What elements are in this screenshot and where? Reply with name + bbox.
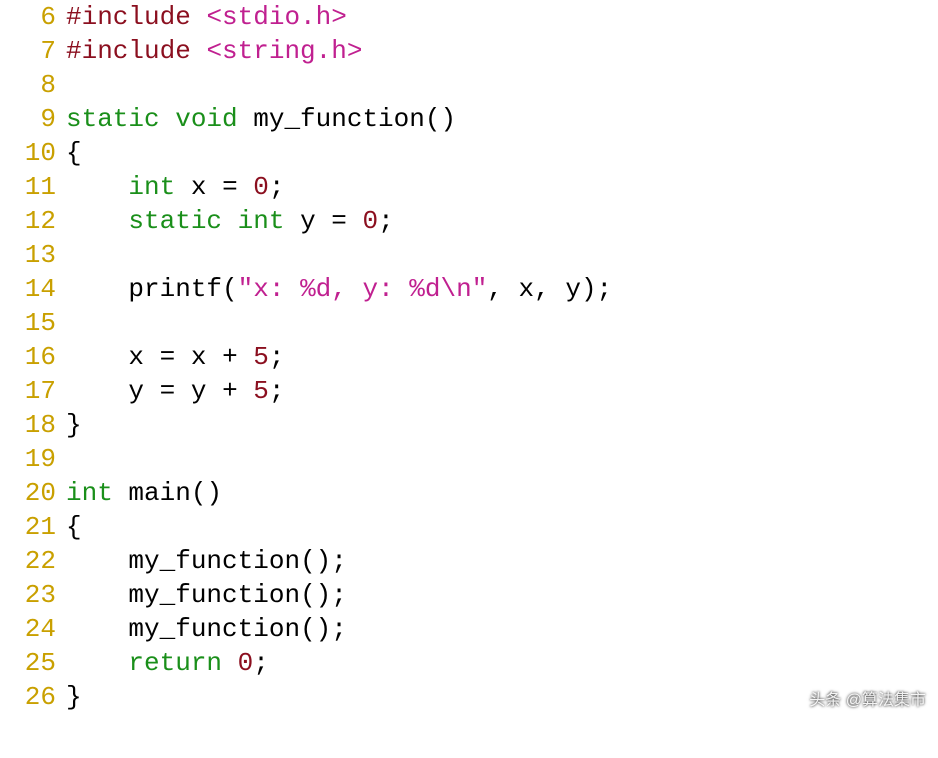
- line-number: 9: [0, 102, 66, 136]
- line-number: 6: [0, 0, 66, 34]
- line-number: 20: [0, 476, 66, 510]
- code-content: #include <stdio.h>: [66, 0, 938, 34]
- code-line: 10{: [0, 136, 938, 170]
- code-line: 20int main(): [0, 476, 938, 510]
- code-line: 6#include <stdio.h>: [0, 0, 938, 34]
- code-line: 21{: [0, 510, 938, 544]
- code-line: 17 y = y + 5;: [0, 374, 938, 408]
- code-content: static void my_function(): [66, 102, 938, 136]
- code-line: 14 printf("x: %d, y: %d\n", x, y);: [0, 272, 938, 306]
- code-line: 15: [0, 306, 938, 340]
- line-number: 21: [0, 510, 66, 544]
- code-content: y = y + 5;: [66, 374, 938, 408]
- line-number: 23: [0, 578, 66, 612]
- code-line: 18}: [0, 408, 938, 442]
- code-line: 22 my_function();: [0, 544, 938, 578]
- code-line: 23 my_function();: [0, 578, 938, 612]
- code-line: 26}: [0, 680, 938, 714]
- code-content: x = x + 5;: [66, 340, 938, 374]
- code-content: [66, 442, 938, 476]
- line-number: 24: [0, 612, 66, 646]
- code-content: {: [66, 510, 938, 544]
- code-line: 24 my_function();: [0, 612, 938, 646]
- code-content: static int y = 0;: [66, 204, 938, 238]
- code-line: 16 x = x + 5;: [0, 340, 938, 374]
- line-number: 18: [0, 408, 66, 442]
- line-number: 26: [0, 680, 66, 714]
- code-line: 11 int x = 0;: [0, 170, 938, 204]
- line-number: 15: [0, 306, 66, 340]
- line-number: 25: [0, 646, 66, 680]
- code-line: 13: [0, 238, 938, 272]
- line-number: 7: [0, 34, 66, 68]
- code-content: int main(): [66, 476, 938, 510]
- code-content: {: [66, 136, 938, 170]
- code-content: }: [66, 680, 938, 714]
- code-content: my_function();: [66, 544, 938, 578]
- line-number: 16: [0, 340, 66, 374]
- code-content: }: [66, 408, 938, 442]
- code-content: return 0;: [66, 646, 938, 680]
- code-content: [66, 238, 938, 272]
- code-content: #include <string.h>: [66, 34, 938, 68]
- code-line: 9static void my_function(): [0, 102, 938, 136]
- code-line: 7#include <string.h>: [0, 34, 938, 68]
- line-number: 11: [0, 170, 66, 204]
- code-editor: 6#include <stdio.h>7#include <string.h>8…: [0, 0, 938, 714]
- code-content: int x = 0;: [66, 170, 938, 204]
- line-number: 22: [0, 544, 66, 578]
- code-content: printf("x: %d, y: %d\n", x, y);: [66, 272, 938, 306]
- code-content: my_function();: [66, 578, 938, 612]
- code-line: 19: [0, 442, 938, 476]
- code-content: [66, 68, 938, 102]
- code-content: [66, 306, 938, 340]
- line-number: 14: [0, 272, 66, 306]
- code-line: 8: [0, 68, 938, 102]
- line-number: 12: [0, 204, 66, 238]
- code-line: 25 return 0;: [0, 646, 938, 680]
- line-number: 8: [0, 68, 66, 102]
- line-number: 10: [0, 136, 66, 170]
- code-line: 12 static int y = 0;: [0, 204, 938, 238]
- code-content: my_function();: [66, 612, 938, 646]
- line-number: 19: [0, 442, 66, 476]
- line-number: 13: [0, 238, 66, 272]
- line-number: 17: [0, 374, 66, 408]
